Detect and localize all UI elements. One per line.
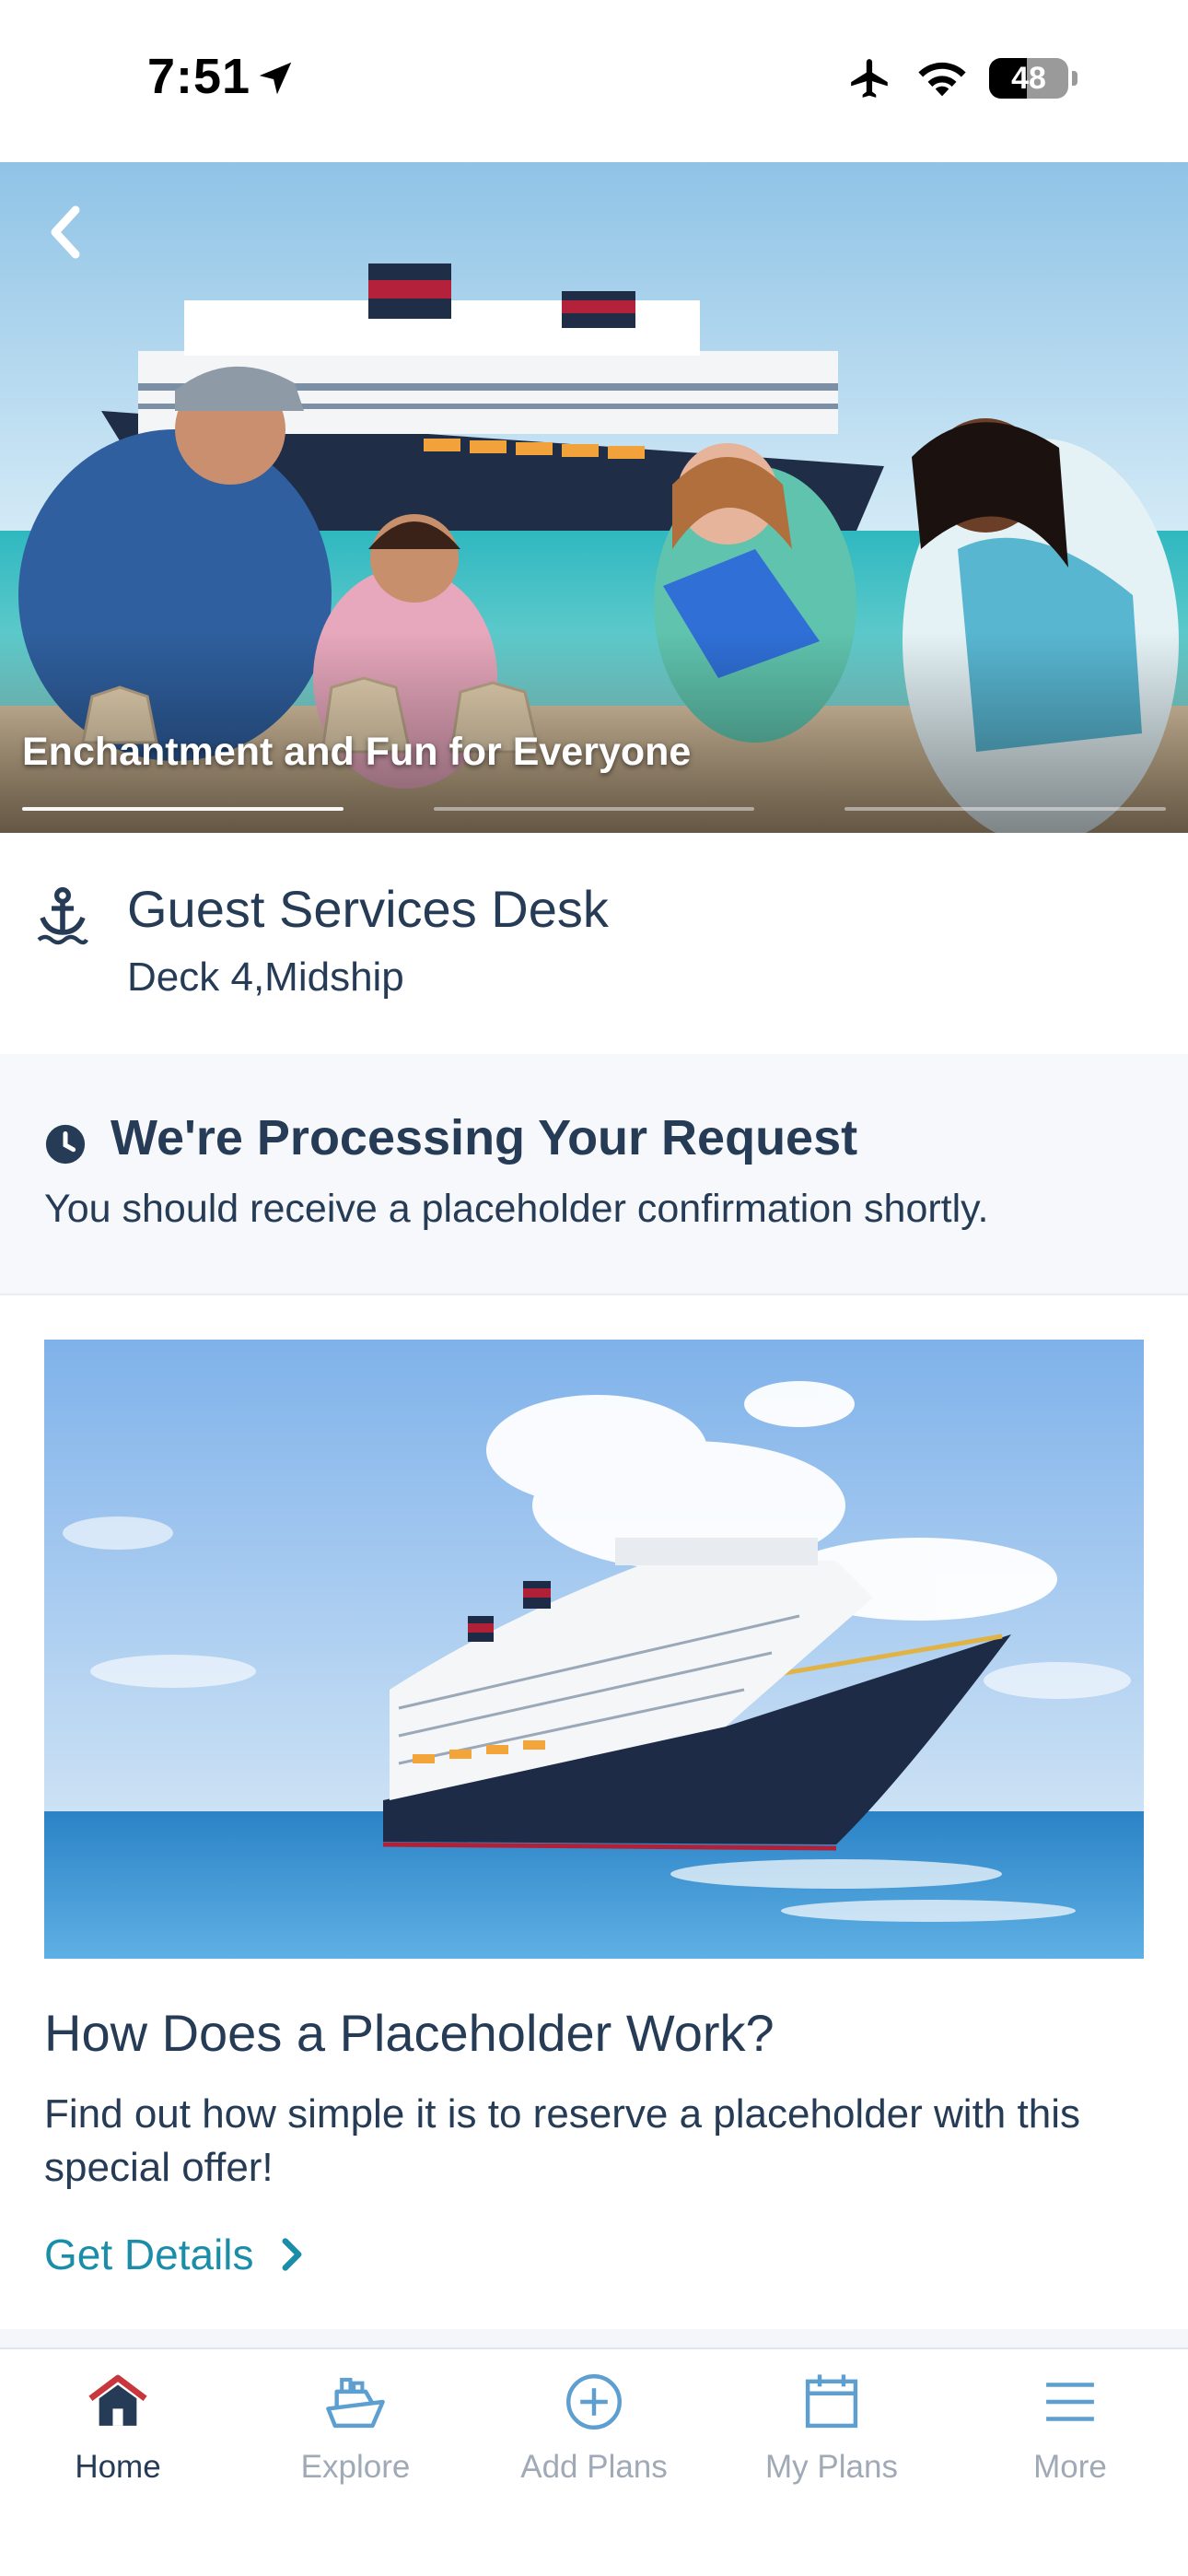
- location-section: Guest Services Desk Deck 4,Midship: [0, 833, 1188, 1054]
- card-image: [44, 1340, 1144, 1959]
- battery-percent: 48: [1011, 61, 1046, 96]
- add-circle-icon: [566, 2374, 622, 2430]
- tab-label: Explore: [300, 2449, 411, 2485]
- wifi-icon: [918, 62, 966, 97]
- tab-home[interactable]: Home: [26, 2368, 210, 2506]
- get-details-label: Get Details: [44, 2231, 254, 2278]
- calendar-icon: [805, 2374, 858, 2429]
- battery-nub: [1072, 71, 1077, 86]
- processing-message: You should receive a placeholder confirm…: [44, 1187, 989, 1231]
- location-arrow-icon: [259, 62, 292, 95]
- clock-icon: [45, 1124, 86, 1165]
- section-divider: [0, 2329, 1188, 2348]
- carousel-indicator[interactable]: [844, 807, 1167, 811]
- card-title: How Does a Placeholder Work?: [44, 2004, 775, 2062]
- processing-status-panel: We're Processing Your Request You should…: [0, 1054, 1188, 1295]
- airplane-icon: [851, 59, 888, 98]
- status-bar: 7:51 48: [0, 0, 1188, 162]
- processing-title: We're Processing Your Request: [111, 1110, 858, 1165]
- tab-explore[interactable]: Explore: [263, 2368, 448, 2506]
- tab-add-plans[interactable]: Add Plans: [502, 2368, 686, 2506]
- tab-label: My Plans: [765, 2449, 898, 2485]
- chevron-left-icon: [51, 205, 80, 259]
- location-subtitle: Deck 4,Midship: [127, 954, 404, 1000]
- chevron-right-icon: [282, 2238, 301, 2271]
- status-time: 7:51: [147, 49, 251, 104]
- carousel-indicator[interactable]: [22, 807, 344, 811]
- tab-label: More: [1033, 2449, 1107, 2485]
- carousel-indicator[interactable]: [433, 807, 755, 811]
- home-icon: [88, 2374, 147, 2426]
- hero-carousel[interactable]: Enchantment and Fun for Everyone: [0, 162, 1188, 833]
- tab-more[interactable]: More: [978, 2368, 1162, 2506]
- card-description: Find out how simple it is to reserve a p…: [44, 2091, 1080, 2190]
- status-icons: 48: [845, 55, 1077, 101]
- ship-icon: [326, 2377, 385, 2429]
- tab-label: Add Plans: [520, 2449, 668, 2485]
- back-button[interactable]: [42, 199, 90, 265]
- bottom-tab-bar: Home Explore Add Plans My Plans More: [0, 2348, 1188, 2576]
- battery-indicator: 48: [989, 58, 1068, 99]
- carousel-indicators: [22, 807, 1167, 811]
- tab-my-plans[interactable]: My Plans: [740, 2368, 924, 2506]
- tab-label: Home: [75, 2449, 161, 2485]
- location-title: Guest Services Desk: [127, 880, 609, 938]
- cruise-ship-image: [44, 1340, 1144, 1959]
- menu-icon: [1046, 2383, 1094, 2421]
- anchor-icon: [37, 886, 88, 945]
- get-details-link[interactable]: Get Details: [44, 2230, 302, 2279]
- hero-caption: Enchantment and Fun for Everyone: [22, 730, 692, 774]
